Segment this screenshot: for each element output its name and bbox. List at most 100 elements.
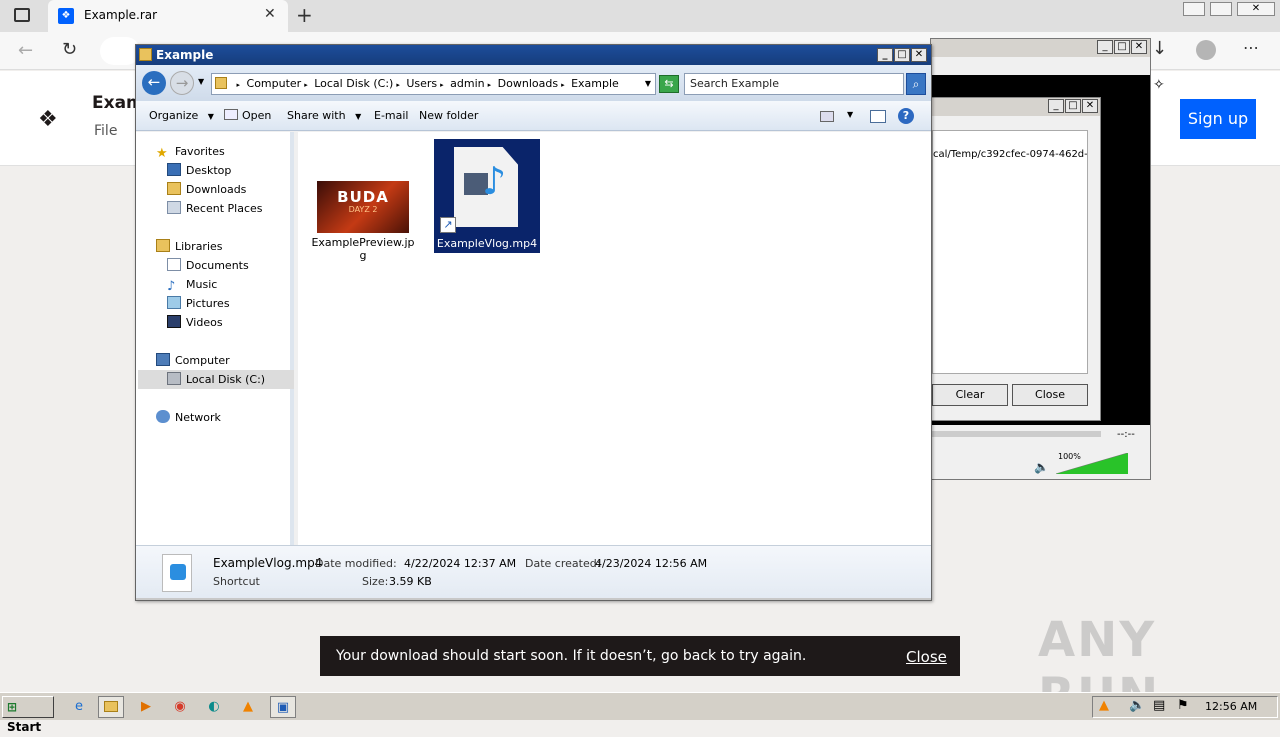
browser-tab[interactable]: ❖ Example.rar ✕ — [48, 0, 288, 32]
clear-button[interactable]: Clear — [932, 384, 1008, 406]
dialog-close-text-button[interactable]: Close — [1012, 384, 1088, 406]
address-field[interactable] — [100, 37, 140, 65]
toast-close-button[interactable]: Close — [906, 648, 947, 666]
share-with-button[interactable]: Share with ▼ — [287, 101, 361, 131]
restore-browser-button[interactable] — [1210, 2, 1232, 16]
nav-recent-places[interactable]: Recent Places — [167, 199, 263, 218]
speaker-icon[interactable]: 🔈 — [1034, 460, 1049, 474]
profile-avatar[interactable] — [1196, 40, 1216, 60]
player-minimize-button[interactable]: _ — [1097, 40, 1113, 54]
network-tray-icon[interactable]: ▤ — [1153, 698, 1165, 713]
window-bottom-edge — [136, 598, 931, 600]
dialog-minimize-button[interactable]: _ — [1048, 99, 1064, 113]
volume-slider[interactable] — [1055, 452, 1129, 475]
computer-icon — [156, 353, 170, 366]
desktop-icon — [167, 163, 181, 176]
forward-button[interactable]: → — [170, 71, 194, 95]
explorer-title-bar: Example _ □ ✕ — [136, 45, 931, 65]
system-tray: ▲ 🔈 ▤ ⚑ 12:56 AM — [1092, 696, 1278, 718]
file-item[interactable]: BUDA DAYZ 2 ExamplePreview.jpg — [310, 181, 416, 262]
edge-taskbar-icon[interactable]: ◐ — [201, 696, 227, 718]
player-close-button[interactable]: ✕ — [1131, 40, 1147, 54]
crumb-computer[interactable]: Computer — [247, 77, 302, 90]
seek-bar[interactable] — [931, 431, 1101, 437]
nav-videos[interactable]: Videos — [167, 313, 223, 332]
address-dropdown-icon[interactable]: ▼ — [645, 74, 651, 94]
flag-tray-icon[interactable]: ⚑ — [1177, 698, 1189, 713]
search-input[interactable]: Search Example — [684, 73, 904, 95]
nav-computer[interactable]: Computer — [156, 351, 230, 370]
explorer-window: Example _ □ ✕ ← → ▼ ▸ Computer ▸ Local Di… — [135, 44, 932, 601]
help-icon[interactable]: ? — [898, 108, 914, 124]
sign-up-button[interactable]: Sign up — [1180, 99, 1256, 139]
crumb-example[interactable]: Example — [571, 77, 619, 90]
ie-taskbar-icon[interactable]: e — [66, 696, 92, 718]
libraries-icon — [156, 239, 170, 252]
nav-music[interactable]: ♪ Music — [167, 275, 217, 294]
view-dropdown-icon[interactable]: ▼ — [847, 110, 853, 119]
downloads-icon[interactable]: ↓ — [1152, 38, 1167, 59]
nav-downloads[interactable]: Downloads — [167, 180, 246, 199]
thumb-title: BUDA — [337, 188, 389, 206]
vlc-tray-icon[interactable]: ▲ — [1099, 698, 1109, 713]
dropbox-logo-icon[interactable]: ❖ — [38, 107, 58, 132]
message-text-area[interactable]: cal/Temp/c392cfec-0974-462d- — [932, 130, 1088, 374]
tab-title: Example.rar — [84, 8, 158, 22]
explorer-close-button[interactable]: ✕ — [911, 48, 927, 62]
time-readout: --:-- — [1117, 429, 1135, 440]
address-bar[interactable]: ▸ Computer ▸ Local Disk (C:) ▸ Users ▸ admi… — [211, 73, 656, 95]
nav-favorites[interactable]: ★ Favorites — [156, 142, 225, 161]
media-player-taskbar-icon[interactable]: ▶ — [133, 696, 159, 718]
date-created-value: 4/23/2024 12:56 AM — [595, 557, 708, 570]
player-maximize-button[interactable]: □ — [1114, 40, 1130, 54]
change-view-icon[interactable] — [820, 111, 834, 122]
new-folder-button[interactable]: New folder — [419, 101, 478, 131]
thumb-subtitle: DAYZ 2 — [348, 205, 378, 214]
close-tab-icon[interactable]: ✕ — [264, 6, 276, 22]
crumb-admin[interactable]: admin — [450, 77, 484, 90]
minimize-browser-button[interactable] — [1183, 2, 1205, 16]
email-button[interactable]: E-mail — [374, 101, 409, 131]
refresh-button[interactable]: ⇆ — [659, 75, 679, 93]
dropbox-favicon-icon: ❖ — [58, 8, 74, 24]
nav-desktop[interactable]: Desktop — [167, 161, 231, 180]
volume-tray-icon[interactable]: 🔈 — [1129, 698, 1145, 713]
nav-network[interactable]: Network — [156, 408, 221, 427]
dialog-close-button[interactable]: ✕ — [1082, 99, 1098, 113]
crumb-users[interactable]: Users — [406, 77, 437, 90]
nav-local-disk[interactable]: Local Disk (C:) — [167, 370, 265, 389]
recent-pages-icon[interactable]: ▼ — [198, 77, 204, 86]
open-button[interactable]: Open — [224, 101, 271, 131]
app-taskbar-icon[interactable]: ▣ — [270, 696, 296, 718]
nav-libraries[interactable]: Libraries — [156, 237, 223, 256]
file-name-selected: ExampleVlog.mp4 — [436, 237, 538, 250]
search-icon[interactable]: ⌕ — [906, 73, 926, 95]
crumb-downloads[interactable]: Downloads — [498, 77, 558, 90]
refresh-icon[interactable]: ↻ — [62, 39, 77, 60]
start-button[interactable]: ⊞ Start — [2, 696, 54, 734]
temp-path-text: cal/Temp/c392cfec-0974-462d- — [933, 149, 1088, 160]
nav-documents[interactable]: Documents — [167, 256, 249, 275]
address-folder-icon — [215, 77, 227, 89]
chrome-taskbar-icon[interactable]: ◉ — [167, 696, 193, 718]
organize-button[interactable]: Organize ▼ — [149, 101, 214, 131]
back-button[interactable]: ← — [142, 71, 166, 95]
dialog-maximize-button[interactable]: □ — [1065, 99, 1081, 113]
star-icon: ★ — [156, 146, 168, 161]
back-icon[interactable]: ← — [18, 40, 33, 61]
explorer-minimize-button[interactable]: _ — [877, 48, 893, 62]
file-item-selected[interactable]: ♪ ↗ ExampleVlog.mp4 — [434, 139, 540, 253]
nav-pictures[interactable]: Pictures — [167, 294, 230, 313]
new-tab-icon[interactable]: + — [296, 3, 313, 27]
crumb-local-disk[interactable]: Local Disk (C:) — [314, 77, 393, 90]
preview-pane-icon[interactable] — [870, 110, 886, 123]
close-browser-button[interactable]: ✕ — [1237, 2, 1275, 16]
pictures-icon — [167, 296, 181, 309]
pin-icon[interactable]: ✧ — [1153, 77, 1165, 93]
tab-actions-icon[interactable] — [14, 8, 30, 22]
vlc-taskbar-icon[interactable]: ▲ — [235, 696, 261, 718]
explorer-maximize-button[interactable]: □ — [894, 48, 910, 62]
more-menu-icon[interactable]: ⋯ — [1243, 38, 1259, 57]
file-subtitle: File — [94, 123, 118, 139]
explorer-taskbar-icon[interactable] — [98, 696, 124, 718]
